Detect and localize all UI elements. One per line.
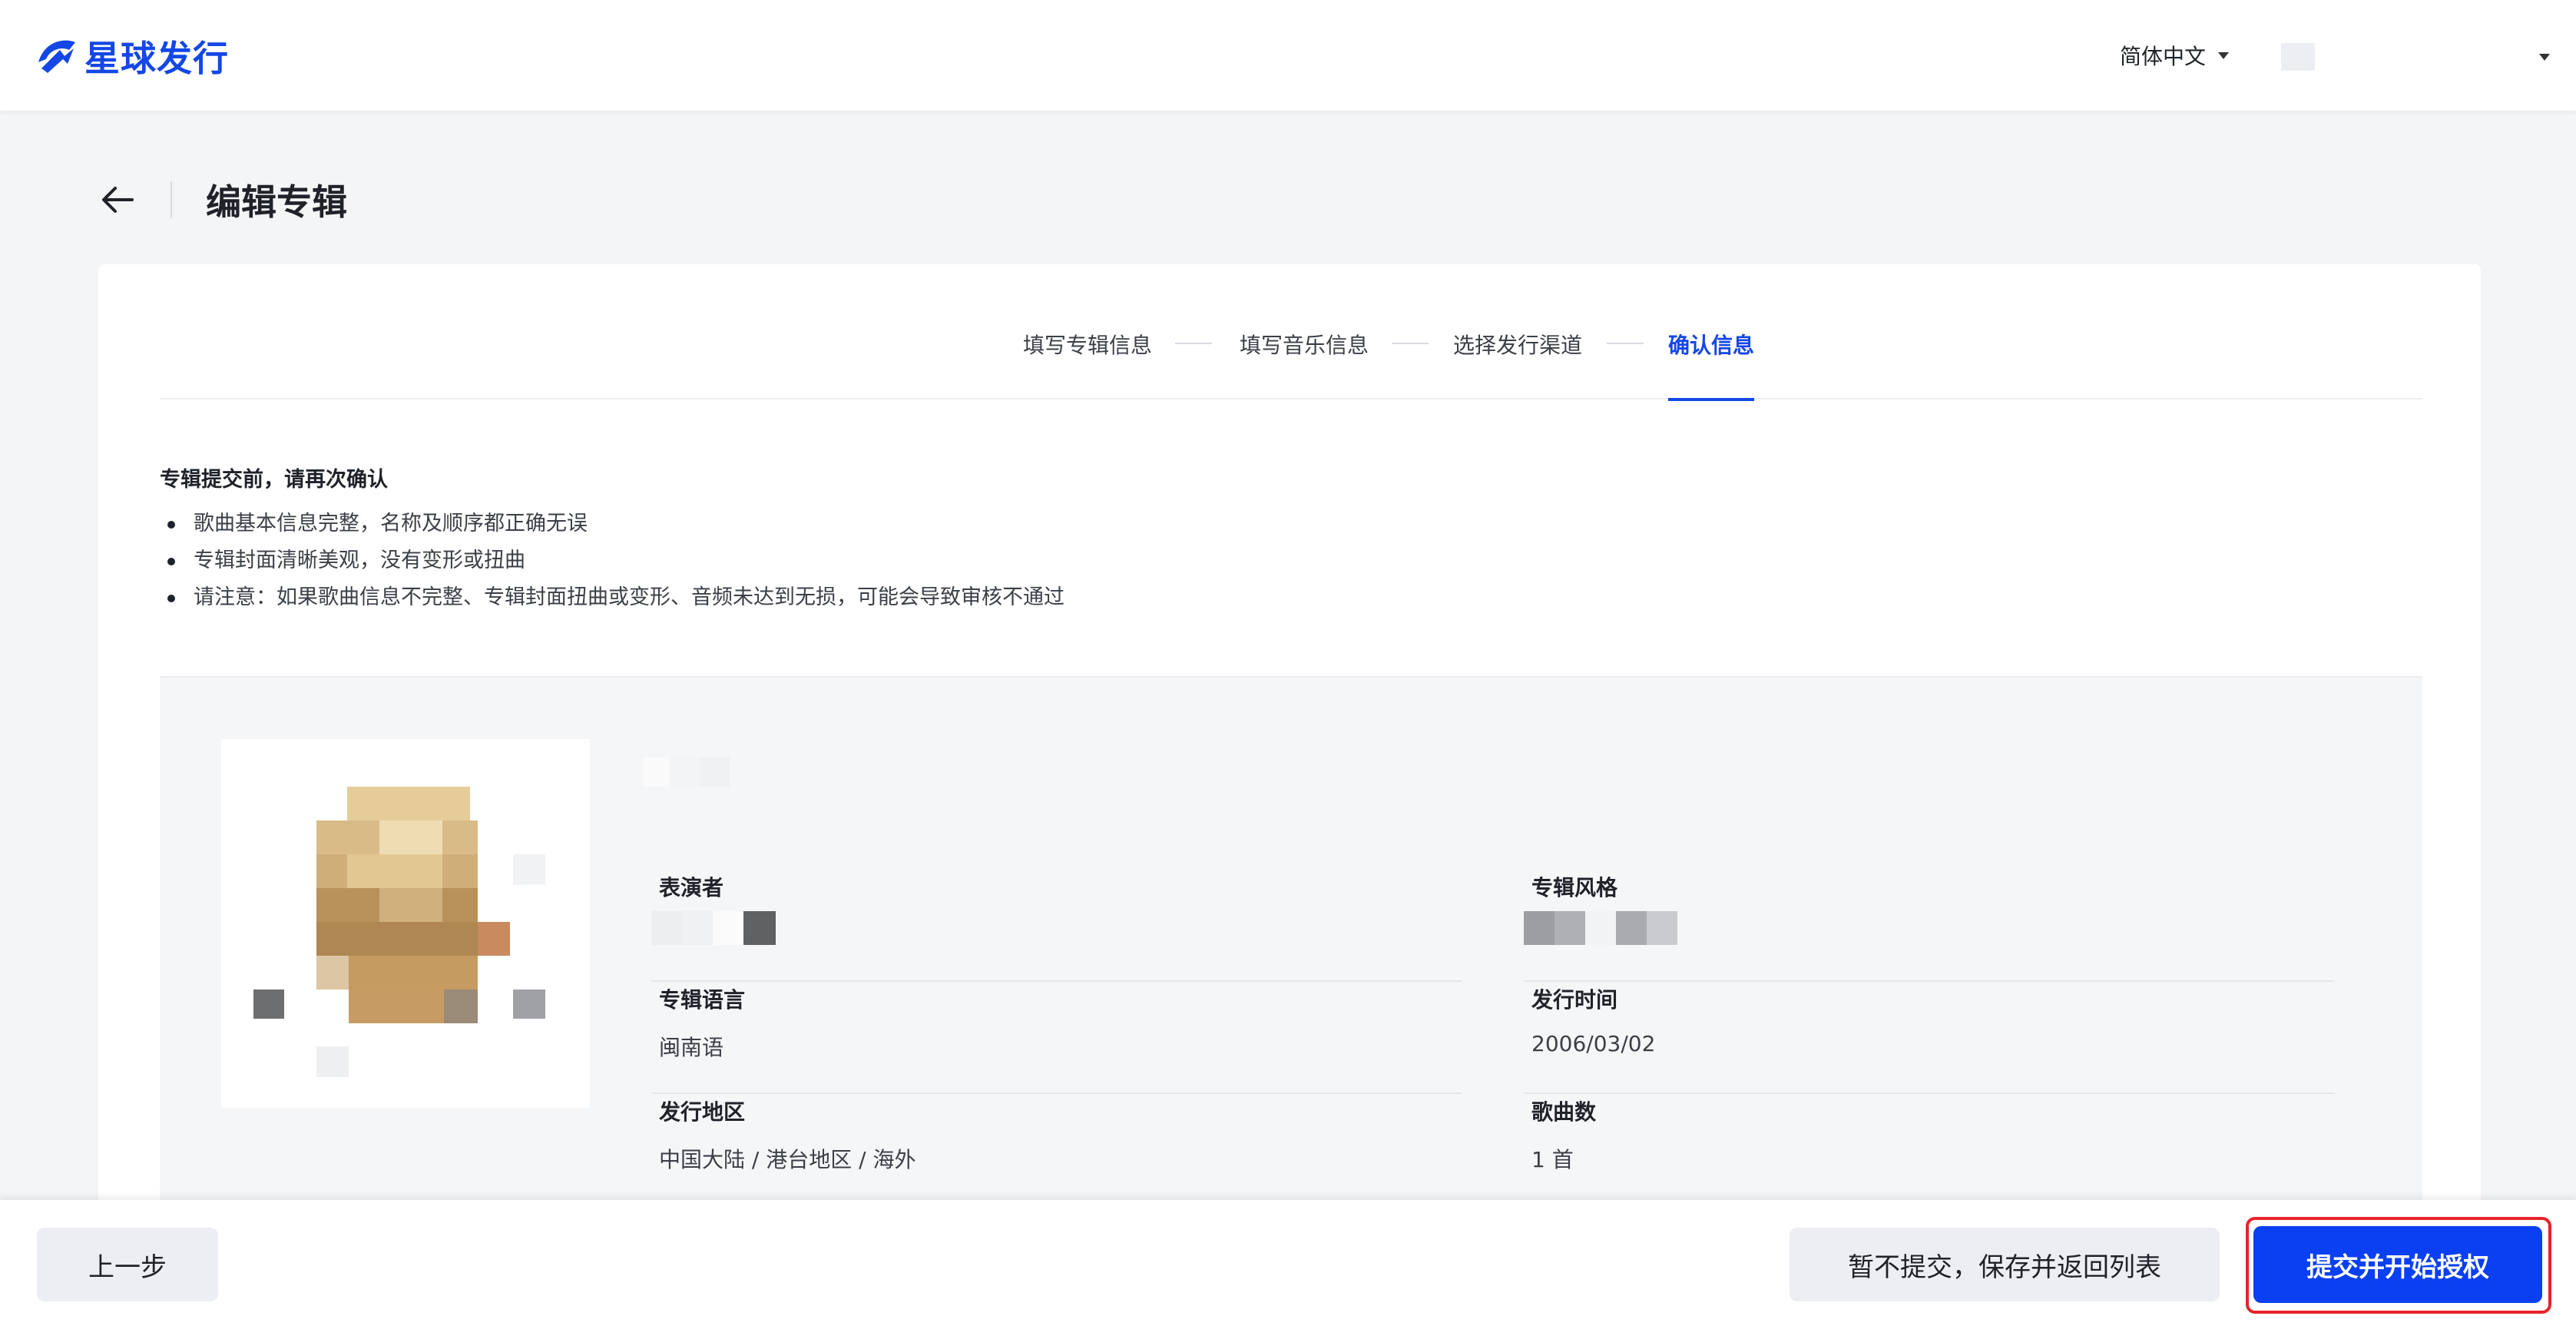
track-count-field: 歌曲数 1 首 (1524, 1094, 2335, 1206)
chevron-down-icon (2218, 51, 2230, 59)
field-value: 1 首 (1531, 1147, 1574, 1172)
region-field: 发行地区 中国大陆 / 港台地区 / 海外 (651, 1094, 1462, 1206)
step-connector (1607, 343, 1644, 344)
tab-music-info[interactable]: 填写音乐信息 (1240, 329, 1369, 399)
notice-title: 专辑提交前，请再次确认 (160, 468, 388, 492)
bottom-action-bar: 上一步 暂不提交，保存并返回列表 提交并开始授权 (0, 1200, 2576, 1326)
divider (171, 181, 172, 218)
field-label: 发行时间 (1531, 987, 1618, 1013)
tab-distribution-channel[interactable]: 选择发行渠道 (1453, 329, 1582, 399)
field-label: 发行地区 (659, 1099, 746, 1125)
album-summary-panel: 表演者 专辑风格 专辑语言 闽南语 发行时间 2006/03/02 发行地区 中… (160, 676, 2422, 1255)
confirmation-notice: 专辑提交前，请再次确认 歌曲基本信息完整，名称及顺序都正确无误 专辑封面清晰美观… (160, 462, 2387, 619)
performer-field: 表演者 (651, 870, 1462, 982)
field-label: 表演者 (659, 875, 724, 900)
field-label: 专辑风格 (1531, 875, 1618, 900)
album-title-placeholder (642, 757, 730, 787)
step-connector (1175, 343, 1212, 344)
page-title: 编辑专辑 (206, 181, 347, 223)
notice-list: 歌曲基本信息完整，名称及顺序都正确无误 专辑封面清晰美观，没有变形或扭曲 请注意… (160, 509, 2387, 619)
field-label: 专辑语言 (659, 987, 746, 1013)
performer-value-placeholder (651, 911, 776, 945)
edit-album-card: 填写专辑信息 填写音乐信息 选择发行渠道 确认信息 专辑提交前，请再次确认 歌曲… (98, 264, 2481, 1255)
chevron-down-icon (2539, 53, 2550, 61)
brand-name: 星球发行 (84, 38, 229, 79)
page-header: 编辑专辑 (95, 171, 347, 229)
field-value: 闽南语 (659, 1035, 724, 1060)
brand-logo[interactable]: 星球发行 (34, 31, 229, 81)
step-tabs: 填写专辑信息 填写音乐信息 选择发行渠道 确认信息 (160, 264, 2422, 401)
language-label: 简体中文 (2120, 44, 2207, 69)
language-selector[interactable]: 简体中文 (2120, 37, 2230, 74)
list-item: 专辑封面清晰美观，没有变形或扭曲 (160, 545, 2387, 582)
back-button[interactable] (95, 178, 138, 221)
planet-logo-icon (38, 40, 75, 73)
previous-step-button[interactable]: 上一步 (37, 1228, 218, 1301)
tab-album-info[interactable]: 填写专辑信息 (1023, 329, 1152, 399)
field-value: 2006/03/02 (1531, 1031, 1656, 1056)
style-value-placeholder (1524, 911, 1677, 945)
album-cover-image (221, 739, 590, 1108)
submit-and-authorize-button[interactable]: 提交并开始授权 (2253, 1226, 2542, 1303)
field-value: 中国大陆 / 港台地区 / 海外 (659, 1147, 916, 1172)
language-field: 专辑语言 闽南语 (651, 982, 1462, 1094)
step-connector (1392, 343, 1429, 344)
save-and-return-button[interactable]: 暂不提交，保存并返回列表 (1790, 1228, 2220, 1301)
top-navigation-bar: 星球发行 简体中文 (0, 0, 2576, 111)
style-field: 专辑风格 (1524, 870, 2335, 982)
avatar (2281, 43, 2315, 71)
arrow-left-icon (102, 187, 134, 213)
release-date-field: 发行时间 2006/03/02 (1524, 982, 2335, 1094)
tab-confirm-info[interactable]: 确认信息 (1668, 329, 1755, 401)
field-label: 歌曲数 (1531, 1099, 1597, 1125)
list-item: 请注意：如果歌曲信息不完整、专辑封面扭曲或变形、音频未达到无损，可能会导致审核不… (160, 582, 2387, 619)
user-menu[interactable] (2281, 40, 2550, 74)
list-item: 歌曲基本信息完整，名称及顺序都正确无误 (160, 509, 2387, 545)
